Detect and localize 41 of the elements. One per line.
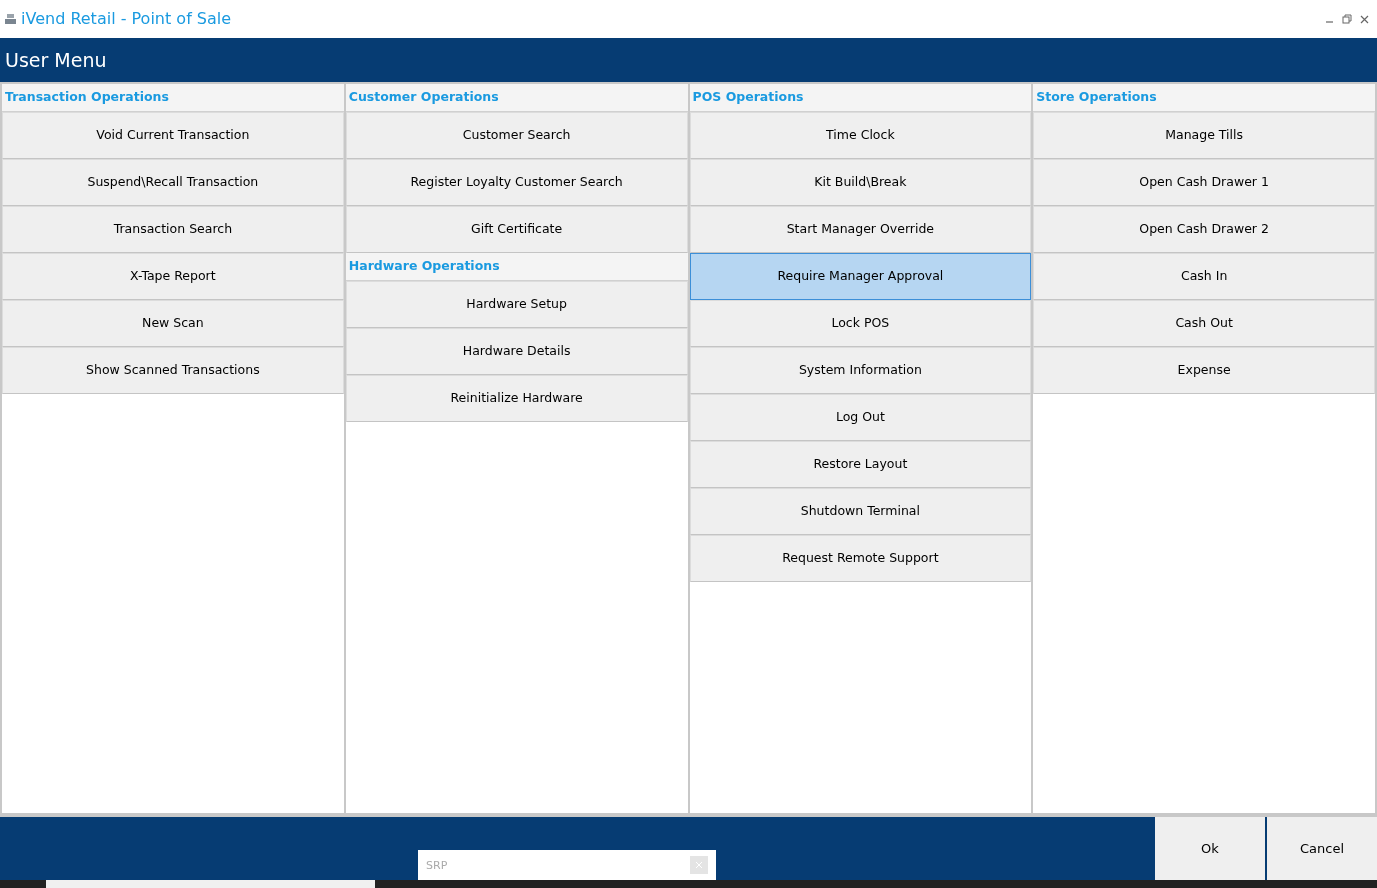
window-title: iVend Retail - Point of Sale xyxy=(21,8,232,30)
menu-button[interactable]: Reinitialize Hardware xyxy=(345,375,688,422)
menu-button[interactable]: Transaction Search xyxy=(2,206,344,253)
section-heading: POS Operations xyxy=(692,88,804,107)
menu-button[interactable]: New Scan xyxy=(2,300,344,347)
menu-button[interactable]: Cash Out xyxy=(1033,300,1375,347)
menu-button[interactable]: Request Remote Support xyxy=(689,535,1032,582)
section-heading: Store Operations xyxy=(1036,88,1157,107)
register-icon xyxy=(4,13,17,25)
section-heading: Transaction Operations xyxy=(5,88,169,107)
close-icon[interactable] xyxy=(1360,14,1369,24)
menu-button[interactable]: Time Clock xyxy=(689,112,1032,159)
menu-button[interactable]: Gift Certificate xyxy=(345,206,688,253)
menu-button[interactable]: Show Scanned Transactions xyxy=(2,347,344,394)
menu-button[interactable]: Log Out xyxy=(689,394,1032,441)
menu-button[interactable]: System Information xyxy=(689,347,1032,394)
menu-button[interactable]: Open Cash Drawer 1 xyxy=(1033,159,1375,206)
search-field[interactable]: SRP xyxy=(418,850,690,880)
menu-button[interactable]: Require Manager Approval xyxy=(689,253,1032,300)
restore-icon[interactable] xyxy=(1342,14,1352,24)
menu-button[interactable]: Customer Search xyxy=(345,112,688,159)
dialog-button[interactable]: Cancel xyxy=(1265,817,1377,880)
menu-button[interactable]: Shutdown Terminal xyxy=(689,488,1032,535)
menu-button[interactable]: Open Cash Drawer 2 xyxy=(1033,206,1375,253)
menu-button[interactable]: Cash In xyxy=(1033,253,1375,300)
header-title: User Menu xyxy=(5,47,107,73)
menu-button[interactable]: Suspend\Recall Transaction xyxy=(2,159,344,206)
menu-button[interactable]: Lock POS xyxy=(689,300,1032,347)
section-heading: Customer Operations xyxy=(348,88,499,107)
menu-button[interactable]: Start Manager Override xyxy=(689,206,1032,253)
menu-button[interactable]: X-Tape Report xyxy=(2,253,344,300)
section-heading: Hardware Operations xyxy=(348,257,500,276)
menu-button[interactable]: Hardware Setup xyxy=(345,281,688,328)
menu-button[interactable]: Hardware Details xyxy=(345,328,688,375)
menu-button[interactable]: Restore Layout xyxy=(689,441,1032,488)
menu-button[interactable]: Expense xyxy=(1033,347,1375,394)
dialog-button[interactable]: Ok xyxy=(1153,817,1265,880)
menu-button[interactable]: Manage Tills xyxy=(1033,112,1375,159)
menu-button[interactable]: Void Current Transaction xyxy=(2,112,344,159)
menu-button[interactable]: Register Loyalty Customer Search xyxy=(345,159,688,206)
menu-button[interactable]: Kit Build\Break xyxy=(689,159,1032,206)
